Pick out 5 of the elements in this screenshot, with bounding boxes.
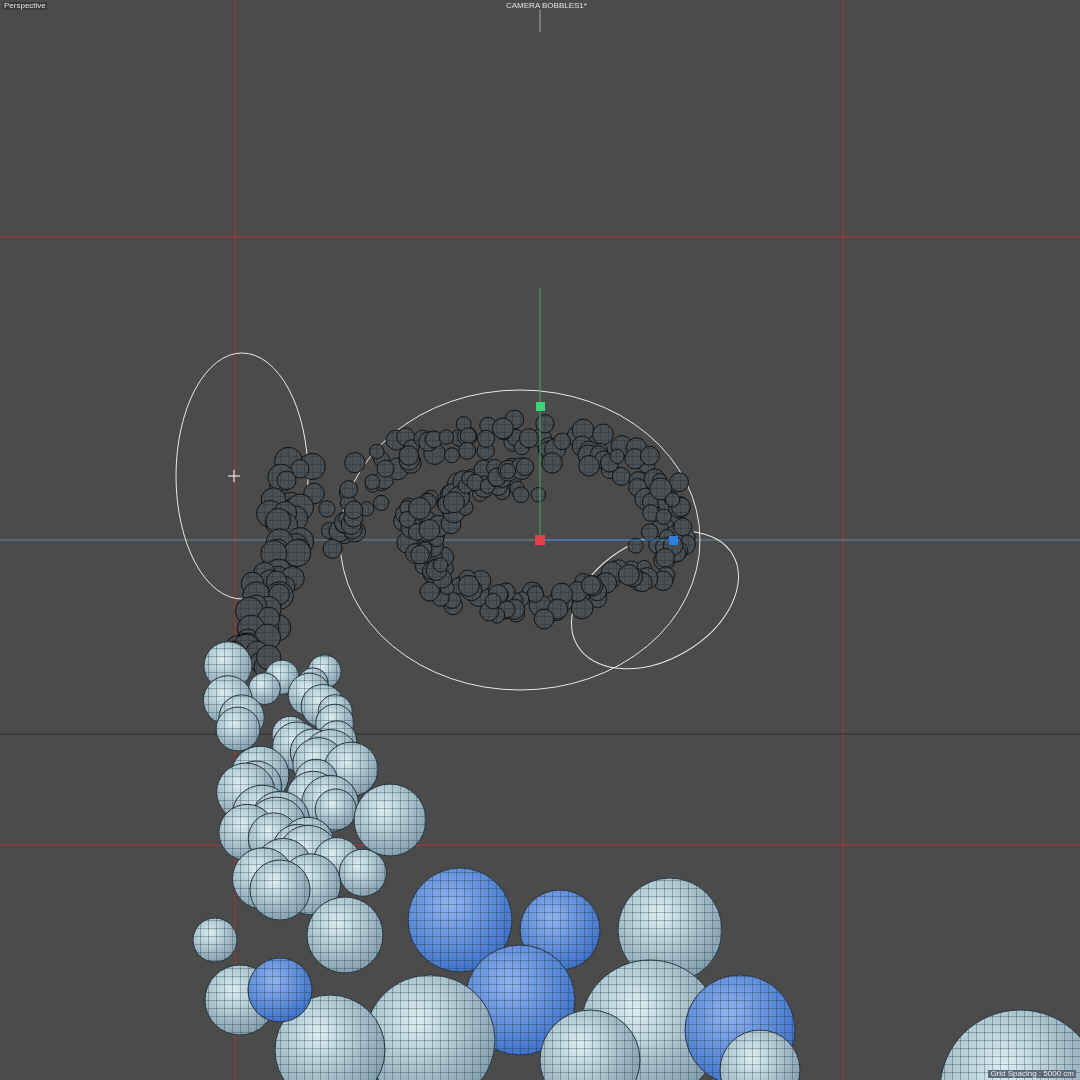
viewport[interactable]: Perspective CAMERA BOBBLES1* Grid Spacing : 5000 cm (0, 0, 1080, 1080)
grid-spacing-label: Grid Spacing : 5000 cm (988, 1070, 1076, 1078)
camera-name: CAMERA BOBBLES1* (506, 2, 587, 10)
light-icon (227, 469, 241, 483)
view-name: Perspective (3, 2, 47, 10)
